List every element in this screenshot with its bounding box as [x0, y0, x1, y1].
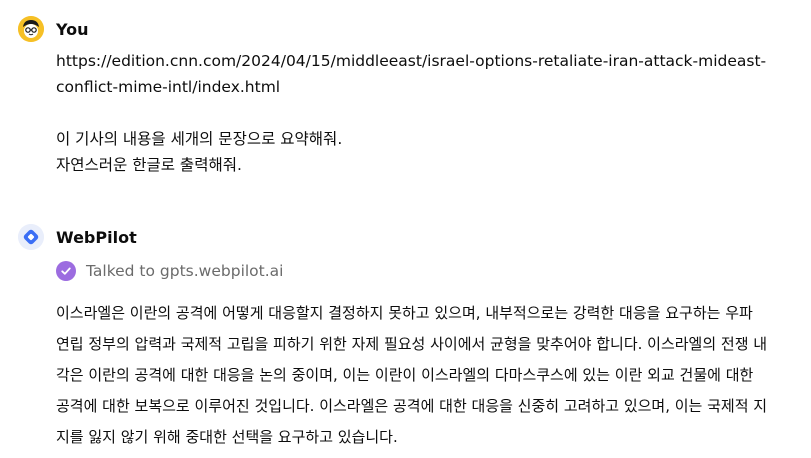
answer-line: 연립 정부의 압력과 국제적 고립을 피하기 위한 자제 필요성 사이에서 균형…: [56, 335, 768, 353]
check-circle-icon: [56, 261, 76, 281]
assistant-message: WebPilot Talked to gpts.webpilot.ai 이스라엘…: [18, 222, 801, 453]
tool-call-status[interactable]: Talked to gpts.webpilot.ai: [56, 258, 801, 284]
article-url-line-1: https://edition.cnn.com/2024/04/15/middl…: [56, 52, 767, 70]
user-author-name: You: [56, 19, 89, 39]
user-avatar-icon: [18, 16, 44, 42]
webpilot-logo-icon: [18, 224, 44, 250]
assistant-answer: 이스라엘은 이란의 공격에 어떻게 대응할지 결정하지 못하고 있으며, 내부적…: [56, 298, 801, 453]
user-message-header: You: [18, 14, 801, 44]
tool-status-text: Talked to gpts.webpilot.ai: [86, 262, 284, 280]
assistant-author-name: WebPilot: [56, 227, 137, 247]
instruction-line-2: 자연스러운 한글로 출력해줘.: [56, 156, 242, 174]
article-url-line-2: conflict-mime-intl/index.html: [56, 78, 281, 96]
user-message: You https://edition.cnn.com/2024/04/15/m…: [18, 14, 801, 178]
answer-line: 공격에 대한 보복으로 이루어진 것입니다. 이스라엘은 공격에 대한 대응을 …: [56, 397, 768, 415]
answer-line: 이스라엘은 이란의 공격에 어떻게 대응할지 결정하지 못하고 있으며, 내부적…: [56, 304, 753, 322]
instruction-line-1: 이 기사의 내용을 세개의 문장으로 요약해줘.: [56, 130, 343, 148]
answer-line: 각은 이란의 공격에 대한 대응을 논의 중이며, 이는 이란이 이스라엘의 다…: [56, 366, 754, 384]
assistant-message-header: WebPilot: [18, 222, 801, 252]
answer-line: 지를 잃지 않기 위해 중대한 선택을 요구하고 있습니다.: [56, 428, 398, 446]
user-message-body: https://edition.cnn.com/2024/04/15/middl…: [56, 48, 801, 178]
